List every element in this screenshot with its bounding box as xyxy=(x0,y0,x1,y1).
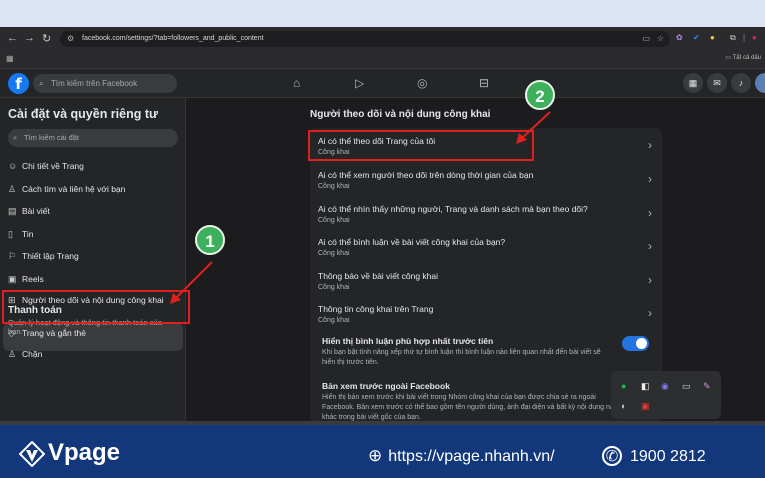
annotation-arrows xyxy=(170,111,551,304)
phone-text: 1900 2812 xyxy=(630,448,706,465)
arrow-line-1 xyxy=(175,261,213,299)
vpage-logo-icon xyxy=(19,441,45,467)
step-badge-2: 2 xyxy=(525,80,555,110)
vpage-brand: Vpage xyxy=(48,439,121,466)
footer-phone[interactable]: ✆ 1900 2812 xyxy=(602,446,706,466)
footer-website[interactable]: ⊕ https://vpage.nhanh.vn/ xyxy=(368,446,555,466)
phone-icon: ✆ xyxy=(602,446,622,466)
website-text: https://vpage.nhanh.vn/ xyxy=(388,448,555,465)
step-badge-1: 1 xyxy=(195,225,225,255)
globe-icon: ⊕ xyxy=(368,446,383,465)
arrow-line-2 xyxy=(521,111,551,139)
